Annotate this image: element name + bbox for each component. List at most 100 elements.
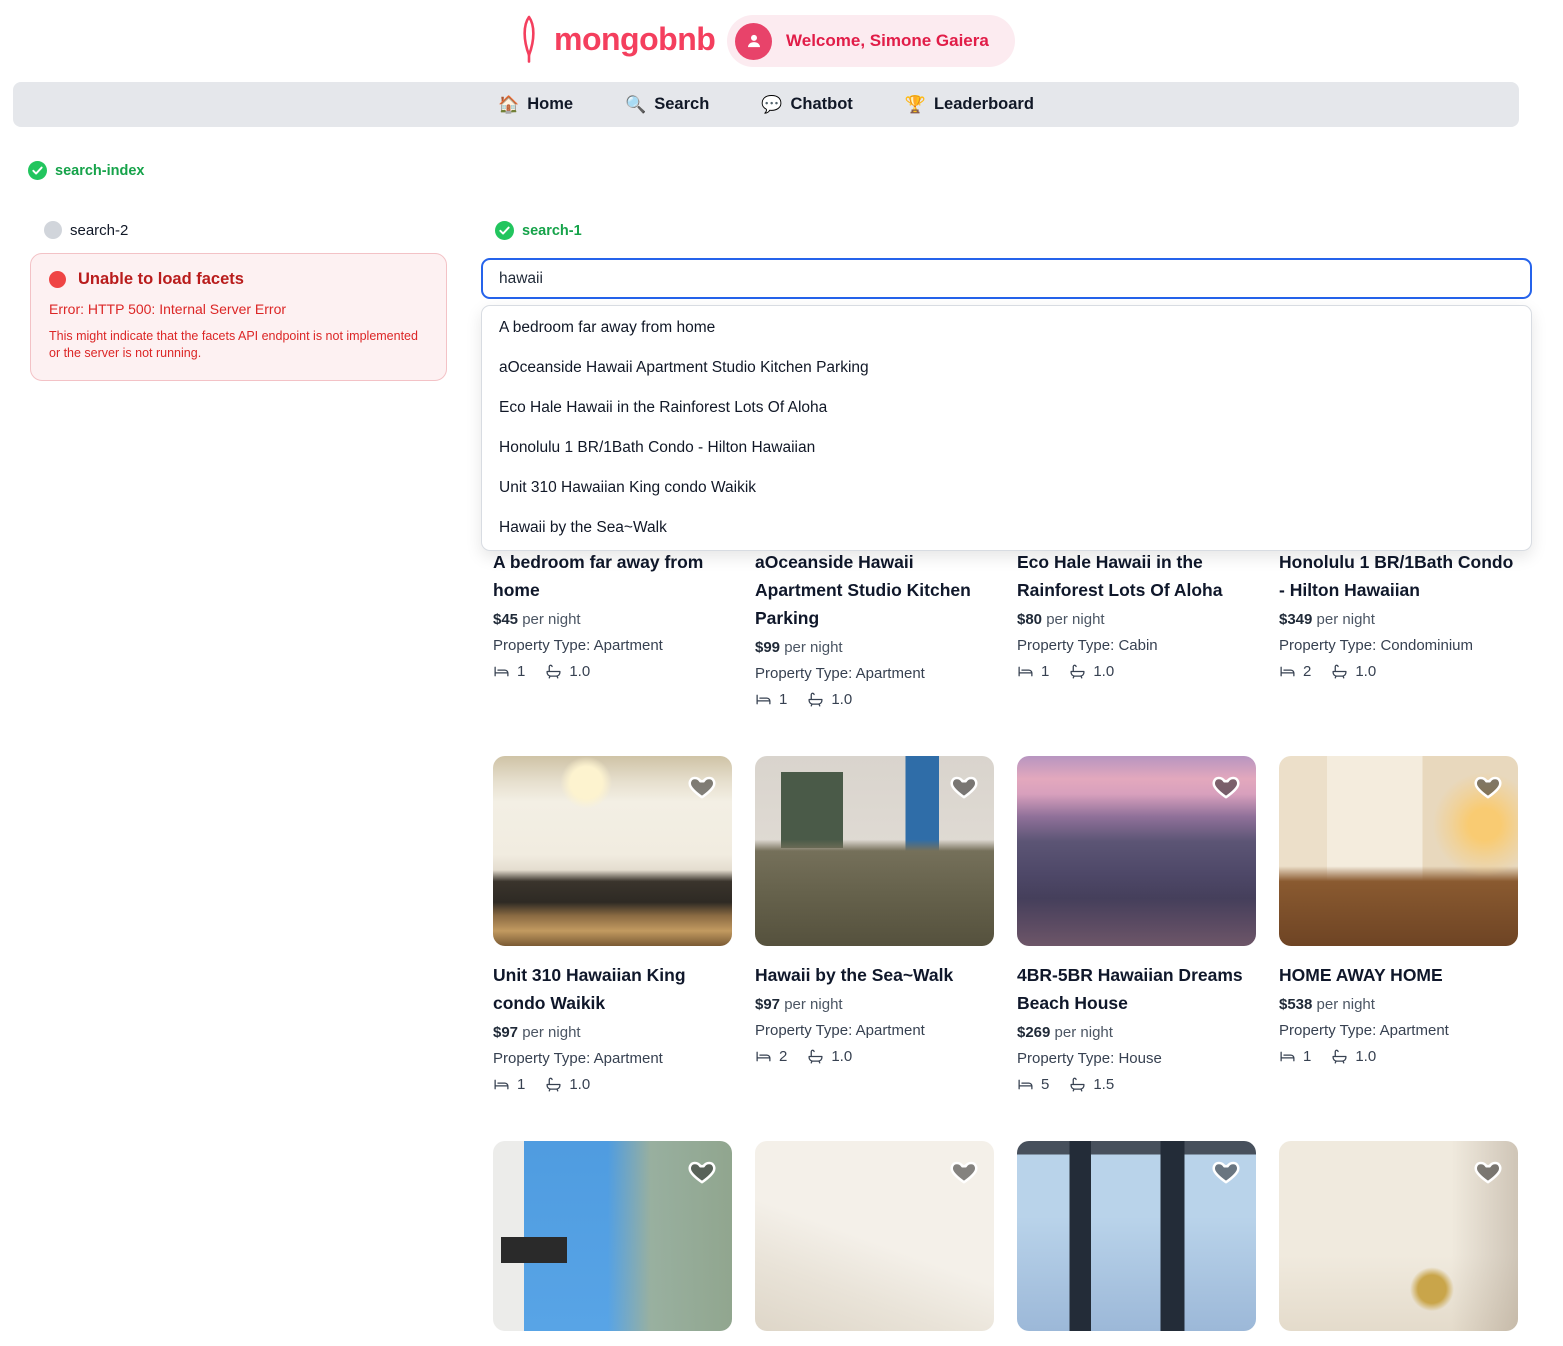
- nav-item-search[interactable]: 🔍 Search: [625, 95, 709, 114]
- listing-card[interactable]: [755, 1141, 994, 1346]
- property-type-value: Apartment: [856, 1022, 925, 1039]
- heart-icon: [1472, 770, 1504, 802]
- listing-meta: 1 1.0: [493, 1076, 732, 1093]
- search-1-status: search-1: [495, 221, 582, 240]
- heart-icon: [1210, 1155, 1242, 1187]
- listing-property-type: Property Type: Apartment: [493, 637, 732, 654]
- brand-logo[interactable]: mongobnb: [514, 14, 715, 64]
- price-unit: per night: [784, 639, 842, 656]
- avatar: [735, 23, 772, 60]
- check-circle-icon: [28, 161, 47, 180]
- listing-photo: [1279, 756, 1518, 946]
- favorite-button[interactable]: [1210, 770, 1242, 802]
- welcome-message: Welcome, Simone Gaiera: [786, 31, 989, 51]
- beds-count: 1: [1303, 1048, 1311, 1065]
- welcome-badge: Welcome, Simone Gaiera: [727, 15, 1015, 67]
- app-header: mongobnb Welcome, Simone Gaiera: [0, 0, 1563, 82]
- facets-error-message: Error: HTTP 500: Internal Server Error: [49, 301, 428, 317]
- baths-count: 1.5: [1093, 1076, 1114, 1093]
- price-unit: per night: [1317, 996, 1375, 1013]
- listing-meta: 1 1.0: [755, 691, 994, 708]
- nav-item-home[interactable]: 🏠 Home: [498, 95, 573, 114]
- suggestion-item[interactable]: A bedroom far away from home: [482, 308, 1531, 348]
- bath-icon: [807, 691, 824, 708]
- property-type-value: Apartment: [594, 1050, 663, 1067]
- listing-title: HOME AWAY HOME: [1279, 961, 1518, 989]
- favorite-button[interactable]: [1210, 1155, 1242, 1187]
- heart-icon: [1472, 1155, 1504, 1187]
- listing-title: Honolulu 1 BR/1Bath Condo - Hilton Hawai…: [1279, 548, 1518, 604]
- property-type-prefix: Property Type:: [755, 1022, 852, 1039]
- property-type-value: Condominium: [1380, 637, 1473, 654]
- bed-icon: [493, 1076, 510, 1093]
- listing-property-type: Property Type: Cabin: [1017, 637, 1256, 654]
- listing-title: aOceanside Hawaii Apartment Studio Kitch…: [755, 548, 994, 632]
- price-amount: $349: [1279, 611, 1312, 628]
- property-type-value: Apartment: [594, 637, 663, 654]
- suggestion-item[interactable]: aOceanside Hawaii Apartment Studio Kitch…: [482, 348, 1531, 388]
- user-icon: [744, 31, 764, 51]
- favorite-button[interactable]: [1472, 1155, 1504, 1187]
- favorite-button[interactable]: [686, 1155, 718, 1187]
- brand-name: mongobnb: [554, 21, 715, 58]
- listing-meta: 5 1.5: [1017, 1076, 1256, 1093]
- favorite-button[interactable]: [686, 770, 718, 802]
- baths-count: 1.0: [831, 691, 852, 708]
- baths-count: 1.0: [1093, 663, 1114, 680]
- beds-count: 1: [517, 663, 525, 680]
- listing-card[interactable]: [493, 1141, 732, 1346]
- listing-property-type: Property Type: Condominium: [1279, 637, 1518, 654]
- property-type-prefix: Property Type:: [1279, 637, 1376, 654]
- chat-bubble-icon: 💬: [761, 96, 782, 113]
- favorite-button[interactable]: [1472, 770, 1504, 802]
- main-navbar: 🏠 Home 🔍 Search 💬 Chatbot 🏆 Leaderboard: [13, 82, 1519, 127]
- listing-card[interactable]: Hawaii by the Sea~Walk $97 per night Pro…: [755, 756, 994, 1093]
- listing-photo: [1017, 756, 1256, 946]
- bath-icon: [1069, 663, 1086, 680]
- listing-card[interactable]: 4BR-5BR Hawaiian Dreams Beach House $269…: [1017, 756, 1256, 1093]
- heart-icon: [686, 1155, 718, 1187]
- listing-meta: 2 1.0: [755, 1048, 994, 1065]
- bath-icon: [1331, 1048, 1348, 1065]
- listing-meta: 1 1.0: [1279, 1048, 1518, 1065]
- listing-property-type: Property Type: Apartment: [755, 1022, 994, 1039]
- facets-error-panel: Unable to load facets Error: HTTP 500: I…: [30, 253, 447, 381]
- search-2-label: search-2: [70, 222, 128, 239]
- listing-price: $97 per night: [493, 1024, 732, 1041]
- nav-item-leaderboard[interactable]: 🏆 Leaderboard: [905, 95, 1034, 114]
- listing-card[interactable]: [1279, 1141, 1518, 1346]
- bed-icon: [1017, 1076, 1034, 1093]
- baths-count: 1.0: [1355, 663, 1376, 680]
- favorite-button[interactable]: [948, 770, 980, 802]
- listing-title: Eco Hale Hawaii in the Rainforest Lots O…: [1017, 548, 1256, 604]
- listing-photo: [493, 756, 732, 946]
- property-type-prefix: Property Type:: [755, 665, 852, 682]
- listing-photo: [1017, 1141, 1256, 1331]
- property-type-prefix: Property Type:: [1017, 637, 1114, 654]
- listing-title: A bedroom far away from home: [493, 548, 732, 604]
- listing-card[interactable]: [1017, 1141, 1256, 1346]
- listing-card[interactable]: HOME AWAY HOME $538 per night Property T…: [1279, 756, 1518, 1093]
- price-unit: per night: [522, 611, 580, 628]
- search-input[interactable]: [481, 258, 1532, 299]
- bath-icon: [545, 663, 562, 680]
- listing-meta: 1 1.0: [1017, 663, 1256, 680]
- suggestion-item[interactable]: Eco Hale Hawaii in the Rainforest Lots O…: [482, 388, 1531, 428]
- bed-icon: [1279, 663, 1296, 680]
- favorite-button[interactable]: [948, 1155, 980, 1187]
- suggestion-item[interactable]: Hawaii by the Sea~Walk: [482, 508, 1531, 548]
- bed-icon: [493, 663, 510, 680]
- suggestion-item[interactable]: Unit 310 Hawaiian King condo Waikik: [482, 468, 1531, 508]
- listing-price: $99 per night: [755, 639, 994, 656]
- listing-photo: [755, 756, 994, 946]
- baths-count: 1.0: [569, 1076, 590, 1093]
- listing-property-type: Property Type: Apartment: [493, 1050, 732, 1067]
- mongodb-leaf-icon: [514, 14, 544, 64]
- price-amount: $97: [755, 996, 780, 1013]
- suggestion-item[interactable]: Honolulu 1 BR/1Bath Condo - Hilton Hawai…: [482, 428, 1531, 468]
- bath-icon: [807, 1048, 824, 1065]
- nav-item-chatbot[interactable]: 💬 Chatbot: [761, 95, 853, 114]
- facets-error-title: Unable to load facets: [78, 270, 244, 289]
- listing-price: $45 per night: [493, 611, 732, 628]
- listing-card[interactable]: Unit 310 Hawaiian King condo Waikik $97 …: [493, 756, 732, 1093]
